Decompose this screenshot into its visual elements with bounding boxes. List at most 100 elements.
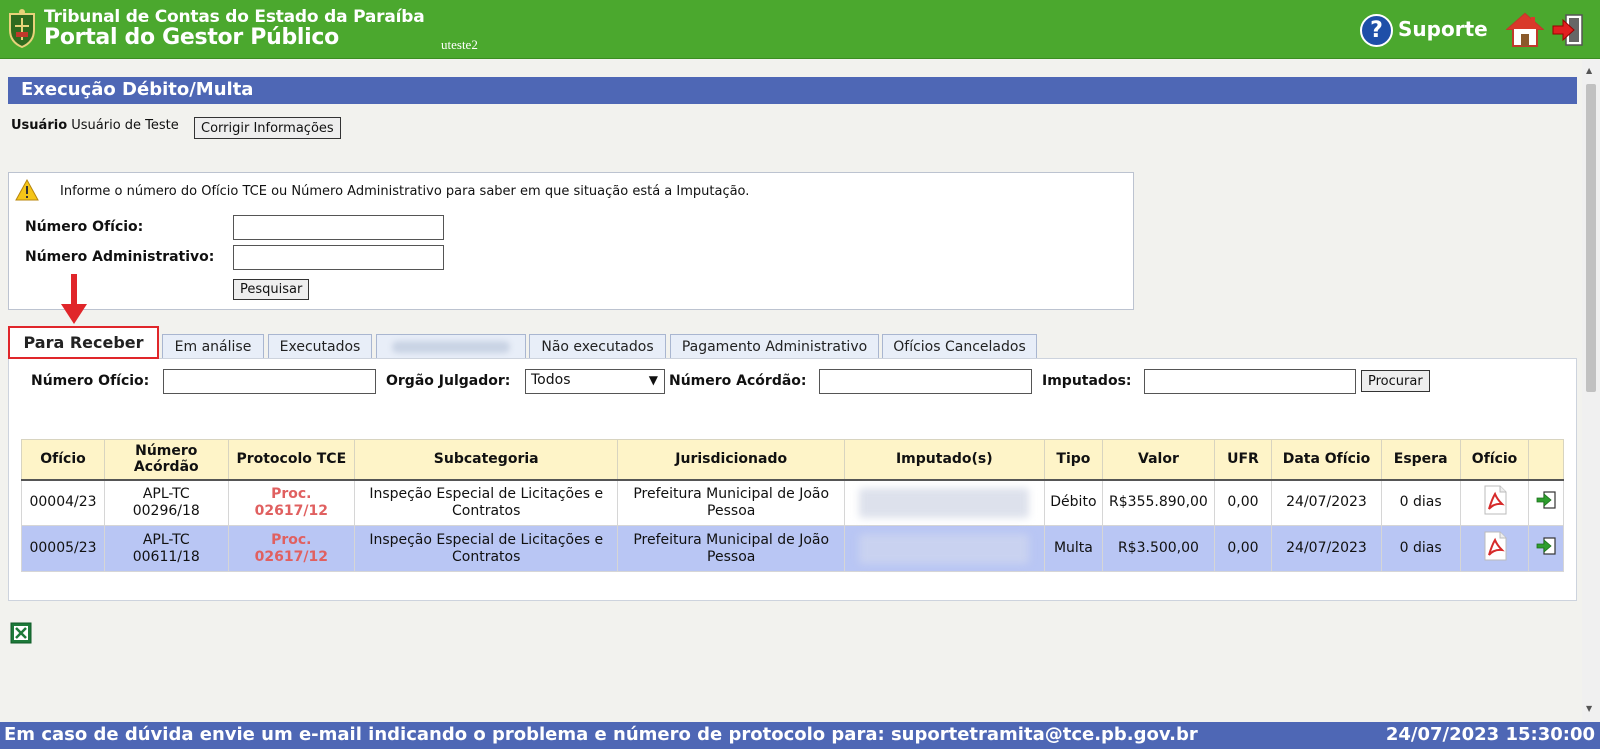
forward-arrow-icon[interactable]	[1535, 490, 1557, 510]
col-oficio-doc: Ofício	[1459, 439, 1530, 481]
imputacoes-table: Ofício Número Acórdão Protocolo TCE Subc…	[20, 439, 1564, 572]
pdf-icon[interactable]	[1482, 485, 1508, 515]
procurar-button[interactable]: Procurar	[1361, 370, 1430, 392]
cell-espera: 0 dias	[1380, 525, 1461, 572]
warning-icon	[15, 179, 39, 201]
org-name: Tribunal de Contas do Estado da Paraíba	[44, 7, 425, 27]
filter-oficio-input[interactable]	[163, 369, 376, 394]
search-panel: Informe o número do Ofício TCE ou Número…	[8, 172, 1134, 310]
cell-subcategoria: Inspeção Especial de Licitações e Contra…	[354, 479, 619, 526]
cell-data: 24/07/2023	[1271, 479, 1382, 526]
admin-number-input[interactable]	[233, 245, 444, 270]
cell-pdf	[1459, 525, 1530, 572]
cell-data: 24/07/2023	[1271, 525, 1382, 572]
cell-oficio: 00004/23	[20, 479, 106, 526]
filter-orgao-label: Orgão Julgador:	[386, 373, 511, 389]
cell-acordao: APL-TC 00296/18	[104, 479, 229, 526]
filter-imputados-input[interactable]	[1144, 369, 1356, 394]
cell-ufr: 0,00	[1213, 479, 1273, 526]
col-protocolo: Protocolo TCE	[227, 439, 356, 481]
tab-executados[interactable]: Executados	[268, 334, 372, 359]
forward-arrow-icon[interactable]	[1535, 536, 1557, 556]
red-arrow-icon	[61, 274, 87, 324]
cell-imputados	[844, 479, 1045, 526]
col-action	[1528, 439, 1564, 481]
cell-valor: R$3.500,00	[1102, 525, 1215, 572]
cell-oficio: 00005/23	[20, 525, 106, 572]
col-oficio: Ofício	[20, 439, 106, 481]
exit-icon[interactable]	[1550, 12, 1586, 48]
footer-datetime: 24/07/2023 15:30:00	[1385, 724, 1595, 745]
redacted-imputado	[859, 533, 1030, 564]
tce-coat-of-arms-icon	[9, 9, 35, 48]
filter-acordao-input[interactable]	[819, 369, 1032, 394]
support-link[interactable]: Suporte	[1398, 17, 1488, 41]
tab-em-analise[interactable]: Em análise	[162, 334, 264, 359]
search-hint: Informe o número do Ofício TCE ou Número…	[60, 184, 750, 199]
col-espera: Espera	[1380, 439, 1461, 481]
search-button[interactable]: Pesquisar	[233, 279, 310, 300]
cell-subcategoria: Inspeção Especial de Licitações e Contra…	[354, 525, 619, 572]
cell-imputados	[844, 525, 1045, 572]
tab-pagamento-administrativo[interactable]: Pagamento Administrativo	[670, 334, 879, 359]
tab-para-receber[interactable]: Para Receber	[8, 326, 159, 359]
oficio-label: Número Ofício:	[25, 219, 144, 235]
admin-number-label: Número Administrativo:	[25, 249, 215, 265]
col-data-oficio: Data Ofício	[1271, 439, 1382, 481]
col-jurisdicionado: Jurisdicionado	[617, 439, 846, 481]
redacted-imputado	[859, 487, 1030, 518]
home-icon[interactable]	[1506, 11, 1544, 49]
cell-jurisdicionado: Prefeitura Municipal de João Pessoa	[617, 479, 846, 526]
col-subcategoria: Subcategoria	[354, 439, 619, 481]
filter-imputados-label: Imputados:	[1042, 373, 1132, 389]
cell-espera: 0 dias	[1380, 479, 1461, 526]
cell-protocolo[interactable]: Proc. 02617/12	[227, 525, 356, 572]
cell-tipo: Débito	[1043, 479, 1104, 526]
filter-acordao-label: Número Acórdão:	[669, 373, 807, 389]
page-title-bar: Execução Débito/Multa	[8, 77, 1577, 104]
col-valor: Valor	[1102, 439, 1215, 481]
scroll-up-icon[interactable]: ▲	[1586, 66, 1592, 75]
cell-valor: R$355.890,00	[1102, 479, 1215, 526]
filter-oficio-label: Número Ofício:	[31, 373, 150, 389]
col-imputados: Imputado(s)	[844, 439, 1045, 481]
vertical-scrollbar[interactable]: ▲ ▼	[1582, 60, 1600, 722]
app-header: Tribunal de Contas do Estado da Paraíba …	[0, 0, 1600, 59]
table-header-row: Ofício Número Acórdão Protocolo TCE Subc…	[20, 439, 1564, 481]
redacted-tab-label	[392, 341, 510, 353]
user-label: Usuário	[11, 118, 68, 133]
help-icon[interactable]: ?	[1360, 14, 1393, 47]
cell-tipo: Multa	[1043, 525, 1104, 572]
user-info: Usuário Usuário de Teste	[11, 118, 179, 133]
scroll-thumb[interactable]	[1586, 84, 1596, 392]
col-ufr: UFR	[1213, 439, 1273, 481]
status-footer: Em caso de dúvida envie um e-mail indica…	[0, 722, 1600, 749]
col-tipo: Tipo	[1043, 439, 1104, 481]
oficio-number-input[interactable]	[233, 215, 444, 240]
cell-ufr: 0,00	[1213, 525, 1273, 572]
tab-oficios-cancelados[interactable]: Ofícios Cancelados	[882, 334, 1037, 359]
pdf-icon[interactable]	[1482, 531, 1508, 561]
orgao-selected-value: Todos	[531, 372, 571, 388]
tab-redacted[interactable]	[376, 334, 526, 359]
cell-action	[1528, 525, 1564, 572]
fix-info-button[interactable]: Corrigir Informações	[194, 117, 341, 139]
excel-export-icon[interactable]	[10, 622, 32, 644]
scroll-down-icon[interactable]: ▼	[1586, 704, 1592, 713]
cell-jurisdicionado: Prefeitura Municipal de João Pessoa	[617, 525, 846, 572]
table-row[interactable]: 00004/23 APL-TC 00296/18 Proc. 02617/12 …	[20, 479, 1564, 526]
col-acordao: Número Acórdão	[104, 439, 229, 481]
cell-action	[1528, 479, 1564, 526]
cell-protocolo[interactable]: Proc. 02617/12	[227, 479, 356, 526]
logged-username: uteste2	[441, 37, 478, 52]
cell-acordao: APL-TC 00611/18	[104, 525, 229, 572]
tab-panel: Número Ofício: Orgão Julgador: Todos ▼ N…	[8, 358, 1577, 601]
chevron-down-icon: ▼	[648, 373, 658, 387]
orgao-julgador-select[interactable]: Todos ▼	[525, 369, 665, 394]
table-row[interactable]: 00005/23 APL-TC 00611/18 Proc. 02617/12 …	[20, 525, 1564, 572]
support-message: Em caso de dúvida envie um e-mail indica…	[4, 724, 1198, 745]
portal-name: Portal do Gestor Público	[44, 25, 339, 50]
user-name: Usuário de Teste	[71, 118, 179, 133]
cell-pdf	[1459, 479, 1530, 526]
tab-nao-executados[interactable]: Não executados	[529, 334, 666, 359]
